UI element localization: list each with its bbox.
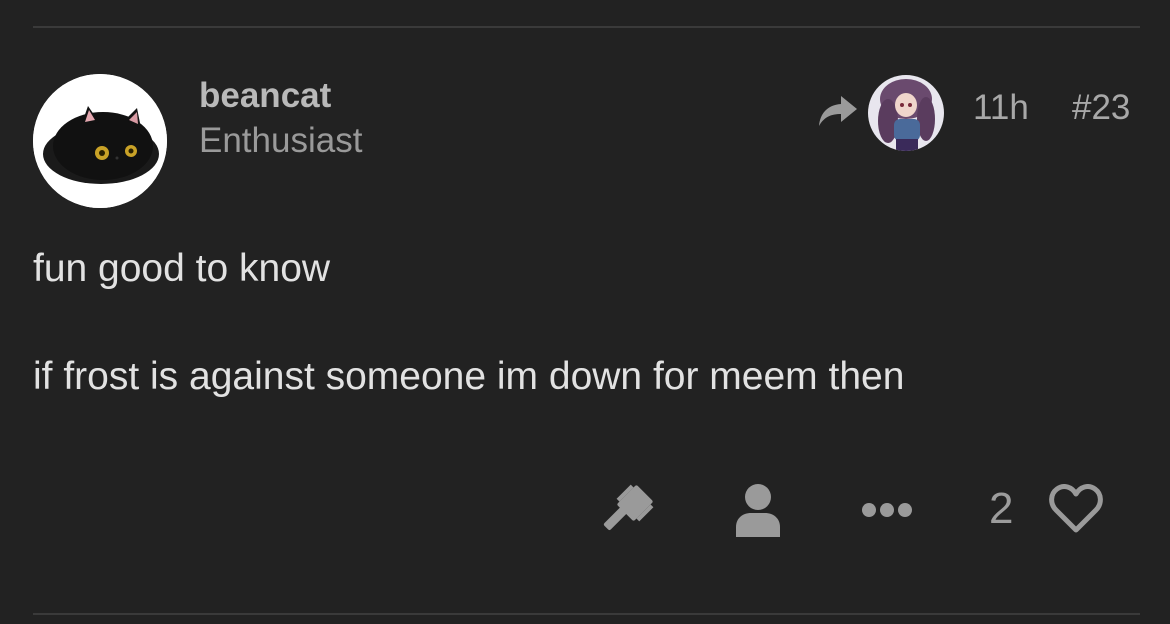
- reply-to-avatar[interactable]: [868, 75, 944, 151]
- ellipsis-icon[interactable]: [860, 498, 914, 522]
- bottom-divider: [33, 613, 1140, 615]
- user-avatar[interactable]: [33, 74, 167, 208]
- black-cat-avatar-image: [33, 74, 167, 208]
- user-icon[interactable]: [733, 483, 783, 537]
- anime-avatar-image: [868, 75, 944, 151]
- top-divider: [33, 26, 1140, 28]
- user-title: Enthusiast: [199, 121, 363, 160]
- post-body: fun good to know if frost is against som…: [33, 246, 1133, 400]
- gavel-icon[interactable]: [599, 483, 657, 539]
- post-number[interactable]: #23: [1072, 88, 1130, 128]
- post-paragraph: fun good to know: [33, 247, 331, 290]
- like-count[interactable]: 2: [989, 484, 1013, 534]
- username-link[interactable]: beancat: [199, 76, 331, 116]
- reply-to-icon[interactable]: [817, 94, 859, 128]
- post-paragraph: if frost is against someone im down for …: [33, 355, 905, 398]
- post-time[interactable]: 11h: [973, 88, 1029, 128]
- heart-icon[interactable]: [1048, 484, 1104, 534]
